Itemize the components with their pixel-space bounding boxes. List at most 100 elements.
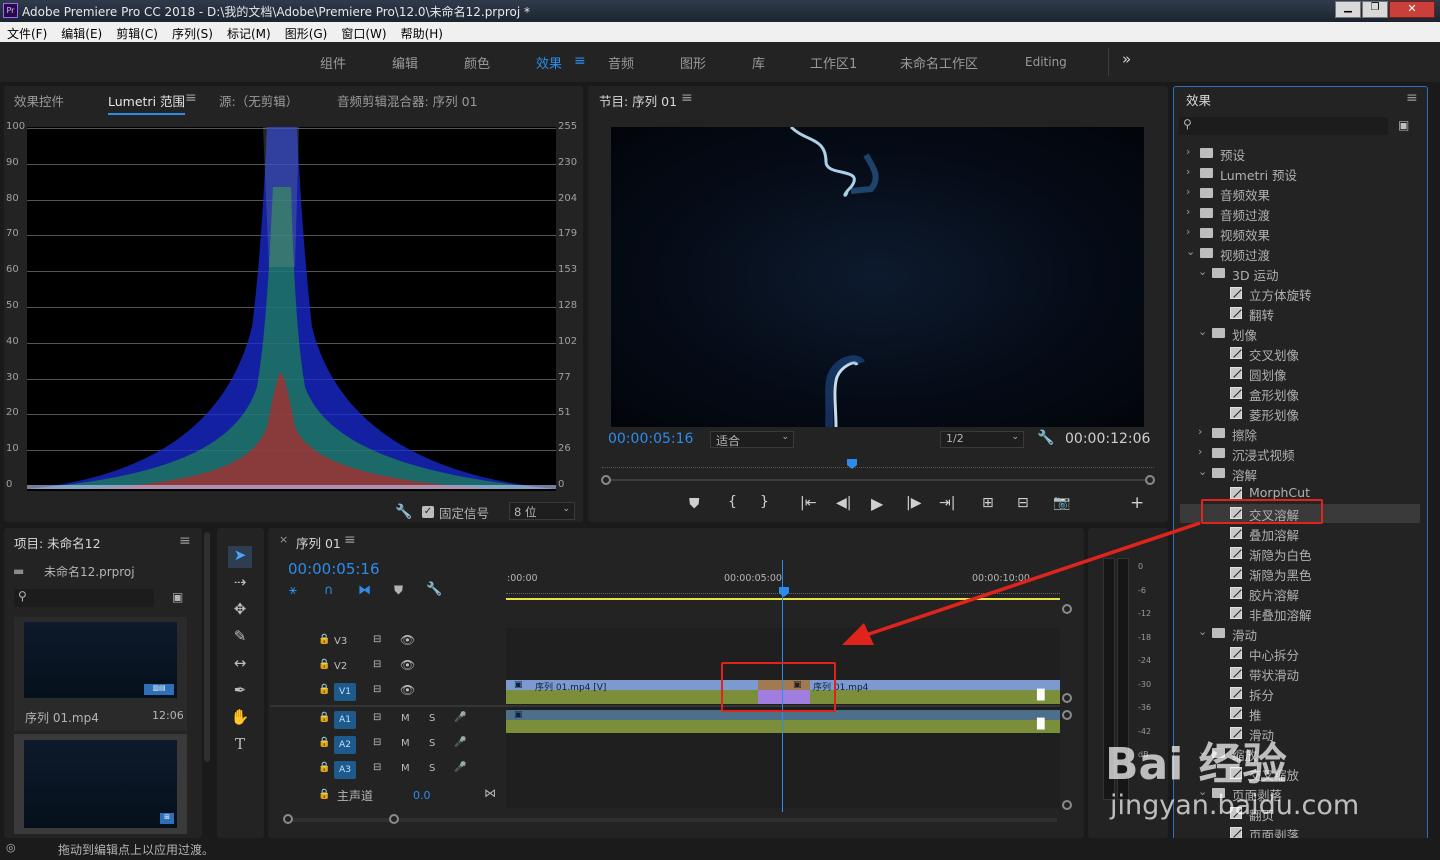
project-clip-item[interactable]: ▥▤ 序列 01.mp4 12:06 [14,617,187,731]
zoom-handle-right[interactable] [1145,475,1155,485]
tab-audio-mixer[interactable]: 音频剪辑混合器: 序列 01 [337,91,478,110]
hscroll-handle-right[interactable] [389,814,399,824]
eye-icon[interactable]: 👁 [400,683,415,697]
effects-item[interactable]: 带状滑动 [1180,664,1420,683]
chevron-right-icon[interactable]: › [1186,145,1190,158]
program-timecode[interactable]: 00:00:05:16 [608,431,693,447]
program-menu-icon[interactable]: ≡ [681,90,693,106]
effects-folder[interactable]: ⌄ 视频过渡 [1180,244,1420,263]
scope-settings-wrench-icon[interactable]: 🔧 [395,504,412,520]
timeline-title[interactable]: 序列 01 [296,533,341,552]
export-frame-icon[interactable]: 📷 [1053,495,1070,511]
effects-item[interactable]: 立方体旋转 [1180,284,1420,303]
microphone-icon[interactable]: 🎤 [454,737,466,748]
menu-window[interactable]: 窗口(W) [334,22,393,42]
close-sequence-icon[interactable]: × [279,533,288,546]
track-target-v2[interactable]: V2 [334,661,347,672]
lift-icon[interactable]: ⊞ [982,495,994,511]
sync-lock-icon[interactable]: ⊟ [373,762,381,773]
master-lock-icon[interactable]: 🔒 [318,789,330,800]
sync-lock-icon[interactable]: ⊟ [373,634,381,645]
slip-tool-icon[interactable]: ↔ [228,654,252,676]
lock-icon[interactable]: 🔒 [318,634,330,645]
effects-item[interactable]: 中心拆分 [1180,644,1420,663]
ws-audio[interactable]: 音频 [608,53,634,72]
chevron-down-icon[interactable]: ⌄ [1198,325,1207,338]
timeline-menu-icon[interactable]: ≡ [344,532,356,548]
more-workspaces-icon[interactable]: » [1122,50,1131,68]
project-sequence-item[interactable]: ⊞ [14,734,187,834]
chevron-down-icon[interactable]: ⌄ [1186,245,1195,258]
effects-folder[interactable]: › 音频过渡 [1180,204,1420,223]
new-bin-icon[interactable]: ▣ [1398,118,1409,132]
tab-effect-controls[interactable]: 效果控件 [14,91,64,110]
zoom-fit-select[interactable]: 适合 ⌄ [710,431,794,448]
chevron-right-icon[interactable]: › [1186,165,1190,178]
ws-assembly[interactable]: 组件 [320,53,346,72]
lock-icon[interactable]: 🔒 [318,712,330,723]
microphone-icon[interactable]: 🎤 [454,712,466,723]
track-target-v3[interactable]: V3 [334,636,347,647]
solo-button[interactable]: S [429,738,435,749]
track-target-a1[interactable]: A1 [334,711,356,729]
button-editor-icon[interactable]: + [1130,493,1144,513]
selection-tool-icon[interactable]: ➤ [228,546,252,568]
ws-color[interactable]: 颜色 [464,53,490,72]
tab-lumetri-scopes[interactable]: Lumetri 范围 [108,91,186,115]
pen-tool-icon[interactable]: ✒ [228,681,252,703]
effects-panel-title[interactable]: 效果 [1186,90,1211,109]
menu-marker[interactable]: 标记(M) [220,22,278,42]
linked-selection-icon[interactable]: ⧓ [358,583,371,598]
master-volume-value[interactable]: 0.0 [413,789,431,802]
effects-folder[interactable]: › 视频效果 [1180,224,1420,243]
menu-graphics[interactable]: 图形(G) [278,22,335,42]
program-zoom-bar[interactable] [605,479,1150,481]
project-scrollbar[interactable] [204,532,210,762]
mute-button[interactable]: M [401,738,410,749]
effects-item[interactable]: 交叉划像 [1180,344,1420,363]
timeline-hscroll[interactable] [287,818,1057,822]
effects-menu-icon[interactable]: ≡ [1406,90,1418,106]
step-back-icon[interactable]: ◀| [836,495,851,511]
extract-icon[interactable]: ⊟ [1017,495,1029,511]
add-marker-icon[interactable]: ⛊ [689,496,700,512]
razor-tool-icon[interactable]: ✎ [228,627,252,649]
effects-item[interactable]: 胶片溶解 [1180,584,1420,603]
minimize-button[interactable]: ▁ [1335,1,1361,18]
chevron-right-icon[interactable]: › [1186,225,1190,238]
track-select-tool-icon[interactable]: ⇢ [228,573,252,595]
effects-folder[interactable]: › 预设 [1180,144,1420,163]
effects-item[interactable]: 推 [1180,704,1420,723]
effects-search-input[interactable]: ⚲ [1179,117,1388,135]
ws-untitled[interactable]: 未命名工作区 [900,53,978,72]
zoom-handle-left[interactable] [601,475,611,485]
chevron-right-icon[interactable]: › [1198,445,1202,458]
microphone-icon[interactable]: 🎤 [454,762,466,773]
snap-icon[interactable]: ∩ [324,583,334,598]
lock-icon[interactable]: 🔒 [318,684,330,695]
a1-clip[interactable]: ▣ ▐▌ [506,710,1060,733]
go-to-in-icon[interactable]: |⇤ [800,495,816,511]
chevron-right-icon[interactable]: › [1198,425,1202,438]
timeline-settings-wrench-icon[interactable]: 🔧 [426,582,442,597]
menu-clip[interactable]: 剪辑(C) [109,22,165,42]
bit-depth-select[interactable]: 8 位 ⌄ [509,502,575,520]
eye-icon[interactable]: 👁 [400,633,415,647]
menu-sequence[interactable]: 序列(S) [165,22,220,42]
chevron-down-icon[interactable]: ⌄ [1198,465,1207,478]
mute-button[interactable]: M [401,713,410,724]
track-target-a2[interactable]: A2 [334,736,356,754]
ws-graphics[interactable]: 图形 [680,53,706,72]
chevron-right-icon[interactable]: › [1186,185,1190,198]
mark-out-icon[interactable]: } [760,494,769,510]
program-time-ruler[interactable] [602,460,1154,468]
effects-folder[interactable]: › 擦除 [1180,424,1420,443]
vscroll-handle-bottom[interactable] [1062,800,1072,810]
ws-libraries[interactable]: 库 [752,53,765,72]
project-menu-icon[interactable]: ≡ [179,533,191,549]
sync-lock-icon[interactable]: ⊟ [373,712,381,723]
solo-button[interactable]: S [429,763,435,774]
sync-lock-icon[interactable]: ⊟ [373,684,381,695]
effects-item[interactable]: 盒形划像 [1180,384,1420,403]
hscroll-handle-left[interactable] [283,814,293,824]
